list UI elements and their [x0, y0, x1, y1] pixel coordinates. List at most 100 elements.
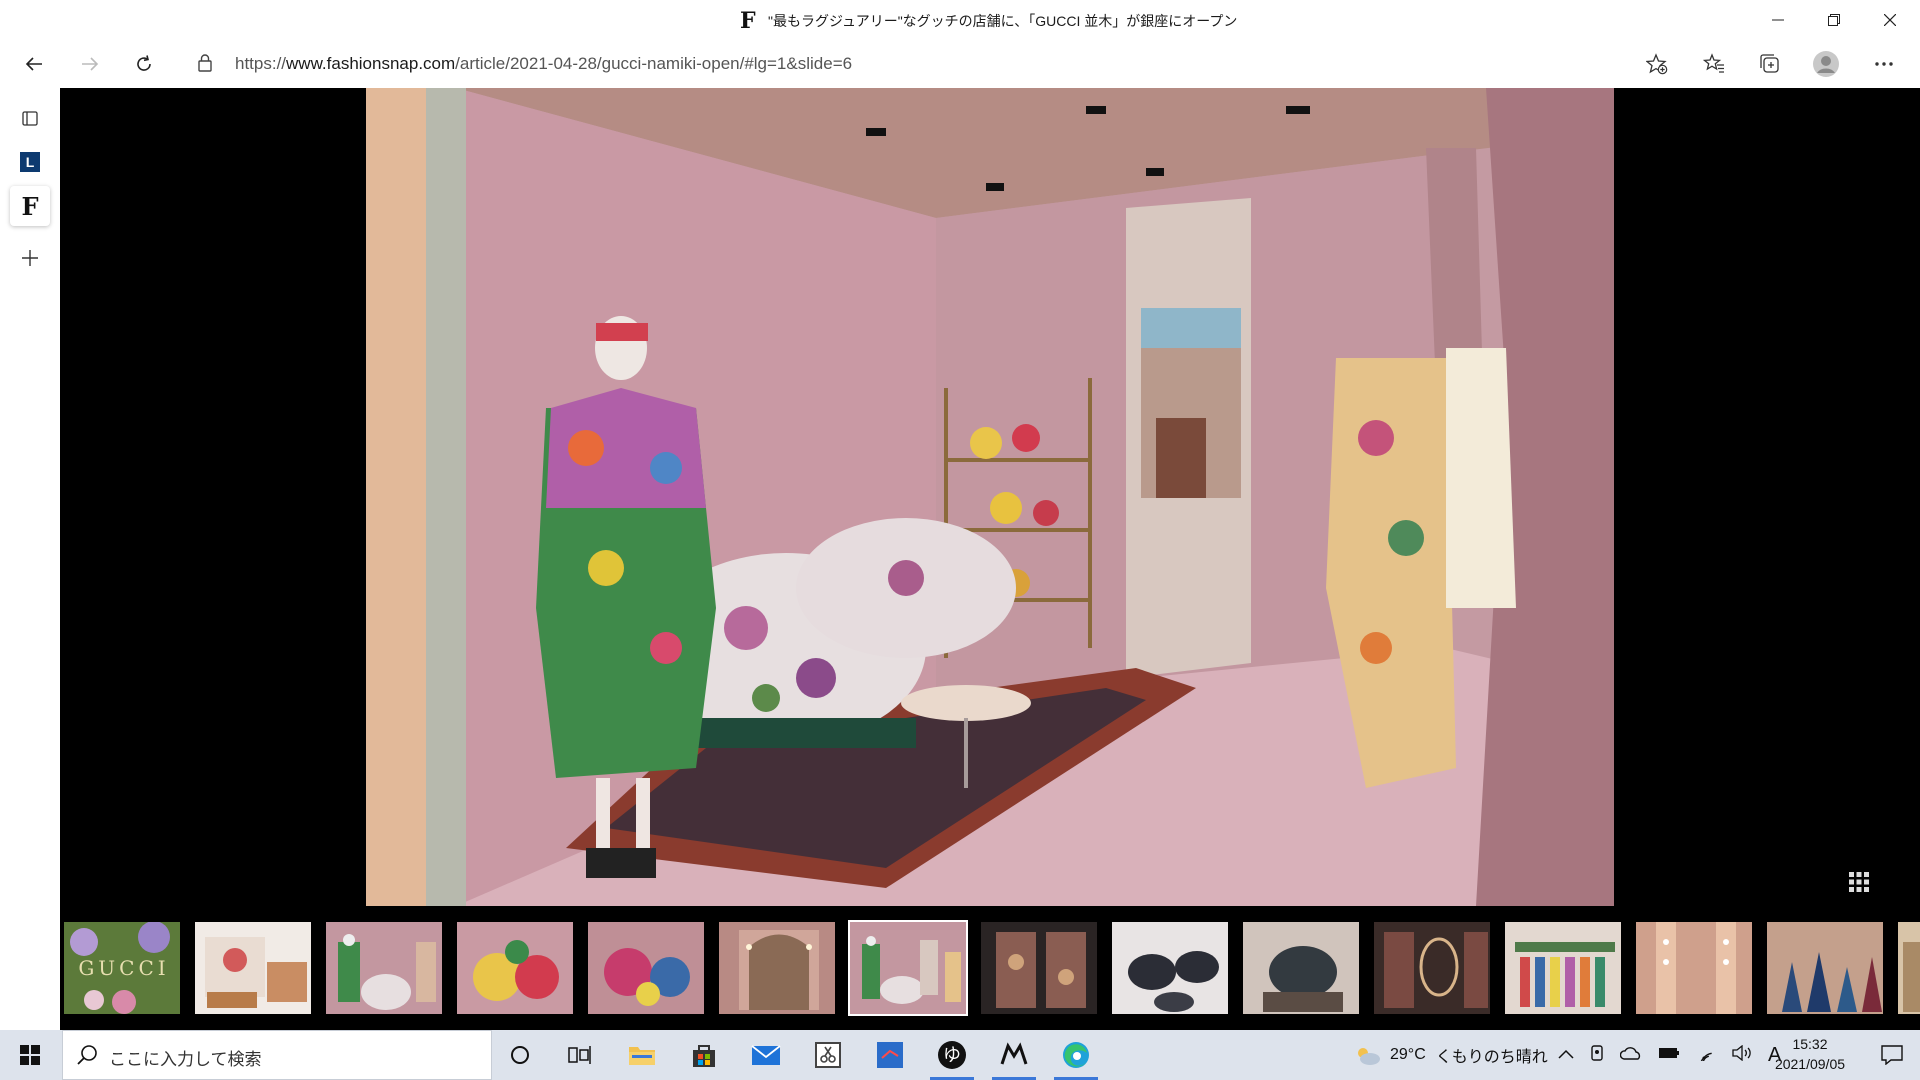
- restore-button[interactable]: [1806, 0, 1862, 40]
- minimize-icon: [1772, 19, 1784, 21]
- thumbnail-3[interactable]: [324, 920, 444, 1016]
- thumbnail-15[interactable]: [1896, 920, 1920, 1016]
- system-tray: A: [1558, 1030, 1781, 1080]
- gucci-store-interior-image: [366, 88, 1614, 906]
- search-icon: [77, 1044, 99, 1071]
- volume-icon[interactable]: [1732, 1044, 1752, 1066]
- app-chat-button[interactable]: [984, 1030, 1044, 1080]
- mail-button[interactable]: [736, 1030, 796, 1080]
- thumbnail-13[interactable]: [1634, 920, 1754, 1016]
- clock-time: 15:32: [1792, 1036, 1828, 1052]
- thumbnail-8[interactable]: [979, 920, 1099, 1016]
- settings-menu-button[interactable]: [1866, 46, 1902, 82]
- url-scheme: https://: [235, 54, 287, 73]
- new-tab-button[interactable]: [10, 238, 50, 278]
- snipping-tool-button[interactable]: [798, 1030, 858, 1080]
- thumbnail-2[interactable]: [193, 920, 313, 1016]
- taskbar-clock[interactable]: 15:32 2021/09/05: [1760, 1034, 1860, 1074]
- start-button[interactable]: [0, 1030, 60, 1080]
- thumbnail-6[interactable]: [717, 920, 837, 1016]
- weather-temperature: 29°C: [1390, 1046, 1426, 1063]
- meet-now-icon[interactable]: [1590, 1044, 1604, 1067]
- address-bar[interactable]: https://www.fashionsnap.com/article/2021…: [180, 44, 1680, 84]
- profile-button[interactable]: [1808, 46, 1844, 82]
- tab-fashionsnap-favicon: F: [21, 191, 39, 221]
- thumbnail-11[interactable]: [1372, 920, 1492, 1016]
- minimize-button[interactable]: [1750, 0, 1806, 40]
- title-bar: F "最もラグジュアリー"なグッチの店舗に、「GUCCI 並木」が銀座にオープン: [0, 0, 1920, 40]
- taskbar-search-box[interactable]: ここに入力して検索: [62, 1030, 492, 1080]
- refresh-icon: [137, 55, 151, 71]
- back-arrow-icon: [25, 57, 42, 71]
- restore-icon: [1828, 14, 1840, 26]
- thumbnail-14[interactable]: [1765, 920, 1885, 1016]
- main-photo[interactable]: [366, 88, 1614, 906]
- thumbnail-strip: GUCCI: [60, 920, 1920, 1020]
- favorites-icon: [1703, 53, 1724, 73]
- show-hidden-icons-chevron-icon[interactable]: [1558, 1046, 1574, 1064]
- notification-icon: [1881, 1045, 1903, 1065]
- battery-icon[interactable]: [1658, 1046, 1680, 1064]
- url-text[interactable]: https://www.fashionsnap.com/article/2021…: [235, 54, 852, 74]
- tab-actions-icon: [22, 111, 38, 126]
- cloudy-sun-icon: [1358, 1048, 1380, 1065]
- window-title: "最もラグジュアリー"なグッチの店舗に、「GUCCI 並木」が銀座にオープン: [768, 13, 1238, 29]
- navigation-bar: https://www.fashionsnap.com/article/2021…: [0, 40, 1920, 88]
- forward-arrow-icon: [82, 57, 99, 71]
- file-explorer-button[interactable]: [612, 1030, 672, 1080]
- onedrive-cloud-icon[interactable]: [1619, 1046, 1642, 1065]
- url-host: www.fashionsnap.com: [286, 54, 456, 73]
- collections-button[interactable]: [1752, 46, 1788, 82]
- thumbnail-1[interactable]: GUCCI: [62, 920, 182, 1016]
- thumbnail-toggle-button[interactable]: [1834, 862, 1884, 902]
- tab-fashionsnap[interactable]: F: [10, 186, 50, 226]
- weather-widget[interactable]: 29°C くもりのち晴れ: [1354, 1030, 1548, 1080]
- tab-l[interactable]: L: [10, 142, 50, 182]
- store-bag-icon: [693, 1045, 715, 1067]
- thumbnail-7-active[interactable]: [848, 920, 968, 1016]
- folder-icon: [629, 1047, 655, 1065]
- wifi-icon[interactable]: [1696, 1045, 1716, 1066]
- svg-text:ゆ: ゆ: [943, 1045, 961, 1066]
- action-center-button[interactable]: [1862, 1030, 1920, 1080]
- tab-l-favicon: L: [20, 152, 40, 172]
- weather-description: くもりのち晴れ: [1435, 1049, 1548, 1066]
- tab-actions-button[interactable]: [10, 98, 50, 138]
- windows-logo-icon: [20, 1045, 40, 1065]
- add-favorite-icon[interactable]: [1645, 53, 1668, 80]
- clock-date: 2021/09/05: [1774, 1056, 1846, 1072]
- url-path: /article/2021-04-28/gucci-namiki-open/#l…: [455, 54, 853, 73]
- thumbnail-5[interactable]: [586, 920, 706, 1016]
- more-icon: [1875, 62, 1893, 66]
- plus-icon: [22, 250, 38, 266]
- blue-app-icon: [877, 1042, 903, 1068]
- app-blue-button[interactable]: [860, 1030, 920, 1080]
- favorites-button[interactable]: [1696, 46, 1732, 82]
- cortana-circle-icon: [511, 1046, 529, 1064]
- task-view-button[interactable]: [550, 1030, 610, 1080]
- search-placeholder: ここに入力して検索: [109, 1050, 262, 1069]
- back-button[interactable]: [16, 46, 52, 82]
- close-icon: [1884, 14, 1896, 26]
- edge-icon: [1063, 1042, 1089, 1068]
- chat-app-icon: [1000, 1042, 1028, 1065]
- app-yu-button[interactable]: ゆ: [922, 1030, 982, 1080]
- microsoft-store-button[interactable]: [674, 1030, 734, 1080]
- close-button[interactable]: [1862, 0, 1918, 40]
- fashionsnap-favicon: F: [740, 8, 756, 34]
- edge-browser-button[interactable]: [1046, 1030, 1106, 1080]
- lightbox-viewer: GUCCI: [60, 88, 1920, 1030]
- thumbnail-12[interactable]: [1503, 920, 1623, 1016]
- snipping-icon: [815, 1042, 841, 1068]
- forward-button[interactable]: [72, 46, 108, 82]
- thumbnail-10[interactable]: [1241, 920, 1361, 1016]
- cortana-button[interactable]: [490, 1030, 550, 1080]
- yu-app-icon: ゆ: [938, 1041, 966, 1069]
- vertical-tabs-pane: L F: [0, 88, 60, 1030]
- refresh-button[interactable]: [126, 46, 162, 82]
- thumbnail-1-logo: GUCCI: [78, 956, 170, 980]
- windows-taskbar: ここに入力して検索 ゆ 29°C くもりのち晴れ A 15:32 2021/09…: [0, 1030, 1920, 1080]
- thumbnail-9[interactable]: [1110, 920, 1230, 1016]
- thumbnail-4[interactable]: [455, 920, 575, 1016]
- lock-icon: [198, 54, 212, 77]
